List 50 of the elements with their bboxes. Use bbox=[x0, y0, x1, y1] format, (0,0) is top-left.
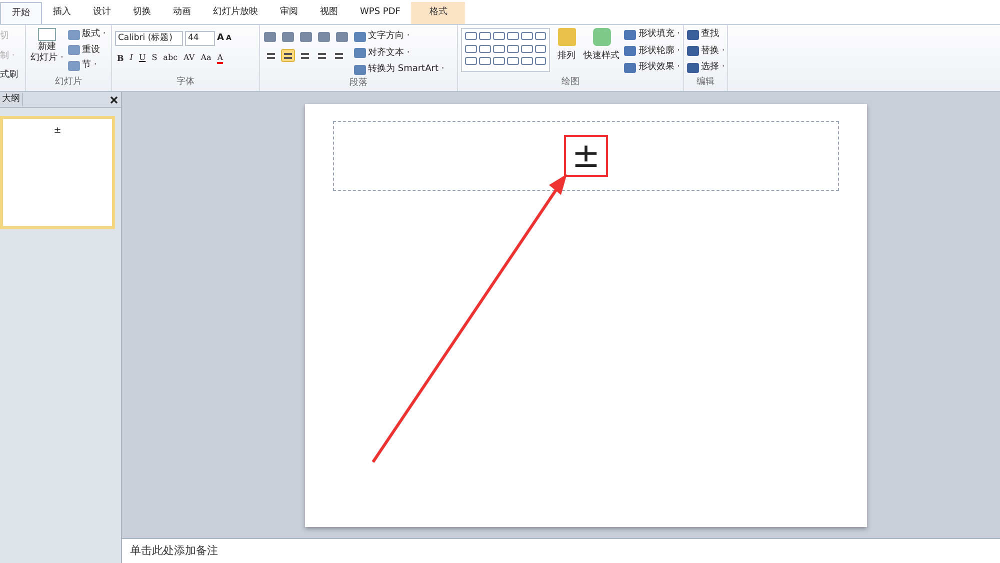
edit-command[interactable]: 替换 · bbox=[687, 44, 724, 58]
ribbon-tab[interactable]: 审阅 bbox=[269, 2, 309, 24]
new-slide-button[interactable]: 新建 幻灯片 · bbox=[29, 28, 65, 72]
group-label: 编辑 bbox=[696, 76, 716, 88]
plus-minus-text: ± bbox=[564, 135, 608, 177]
arrange-button[interactable]: 排列 bbox=[554, 28, 579, 74]
ribbon-tab[interactable]: 动画 bbox=[162, 2, 202, 24]
format-button[interactable]: I bbox=[130, 52, 133, 64]
align-button[interactable] bbox=[281, 49, 295, 62]
grow-font-button[interactable]: A bbox=[217, 32, 224, 46]
format-button[interactable]: B bbox=[117, 52, 124, 64]
slide-command[interactable]: 节 · bbox=[68, 59, 106, 72]
edit-command[interactable]: 选择 · bbox=[687, 61, 724, 74]
ribbon-tab[interactable]: 插入 bbox=[42, 2, 82, 24]
slide-icon bbox=[38, 28, 56, 41]
paragraph-command[interactable]: 对齐文本 · bbox=[354, 46, 444, 60]
shape-command[interactable]: 形状效果 · bbox=[624, 61, 680, 74]
ribbon-tab[interactable]: 切换 bbox=[122, 2, 162, 24]
shape-command[interactable]: 形状填充 · bbox=[624, 28, 680, 42]
edit-command[interactable]: 查找 bbox=[687, 28, 724, 42]
paragraph-command[interactable]: 转换为 SmartArt · bbox=[354, 63, 444, 76]
group-label: 绘图 bbox=[560, 76, 580, 88]
format-button[interactable]: U bbox=[138, 52, 146, 64]
paragraph-command[interactable]: 文字方向 · bbox=[354, 30, 444, 44]
format-button[interactable]: S bbox=[152, 52, 158, 64]
outline-tab[interactable]: 大纲 bbox=[0, 92, 23, 106]
shape-command[interactable]: 形状轮廓 · bbox=[624, 44, 680, 58]
slide-command[interactable]: 重设 bbox=[68, 44, 106, 57]
ribbon-tab[interactable]: 幻灯片放映 bbox=[202, 2, 269, 24]
ribbon-tab[interactable]: 格式 bbox=[411, 2, 466, 24]
font-name-field[interactable]: Calibri (标题) bbox=[115, 31, 183, 46]
ribbon-tab[interactable]: 开始 bbox=[0, 2, 42, 24]
format-button[interactable]: AV bbox=[184, 52, 195, 64]
format-button[interactable]: abc bbox=[163, 52, 178, 64]
close-icon[interactable] bbox=[110, 96, 118, 104]
slide-command[interactable]: 版式 · bbox=[68, 28, 106, 42]
notes-placeholder[interactable]: 单击此处添加备注 bbox=[130, 542, 218, 560]
slide-thumbnail[interactable]: ± bbox=[0, 116, 115, 229]
group-label: 段落 bbox=[348, 76, 368, 90]
group-label: 幻灯片 bbox=[54, 76, 83, 88]
ribbon-tab[interactable]: 设计 bbox=[82, 2, 122, 24]
quick-styles-button[interactable]: 快速样式 bbox=[582, 28, 620, 74]
font-size-field[interactable]: 44 bbox=[185, 31, 215, 46]
format-button[interactable]: Aa bbox=[200, 52, 212, 64]
group-label: 字体 bbox=[176, 76, 196, 88]
format-button[interactable]: A bbox=[217, 52, 224, 64]
ribbon-tab[interactable]: 视图 bbox=[309, 2, 349, 24]
clipboard-command[interactable]: 式刷 bbox=[0, 69, 25, 82]
shape-gallery[interactable] bbox=[461, 28, 550, 72]
ribbon-tab[interactable]: WPS PDF bbox=[349, 2, 412, 24]
